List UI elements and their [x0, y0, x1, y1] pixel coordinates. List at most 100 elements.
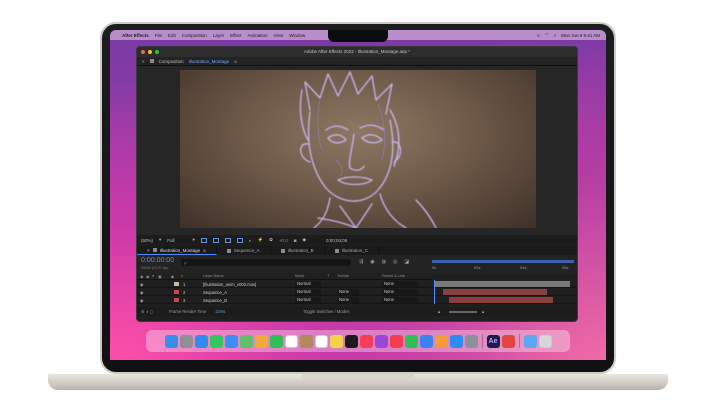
column-trkmat[interactable]: TrkMat	[337, 274, 349, 278]
messages-icon[interactable]	[209, 334, 223, 348]
lock-icon[interactable]	[149, 59, 154, 63]
mail-icon[interactable]	[224, 334, 238, 348]
search-icon[interactable]: ⌕	[554, 33, 557, 38]
zoom-in-icon[interactable]: ▲	[481, 309, 485, 314]
chevron-down-icon[interactable]: ▾	[193, 237, 195, 243]
blend-mode-dropdown[interactable]: Normal	[295, 297, 321, 303]
finder-icon[interactable]	[164, 334, 178, 348]
menu-layer[interactable]: Layer	[213, 33, 224, 38]
label-color-swatch[interactable]	[174, 290, 179, 294]
layer-name[interactable]: Sequence_A	[203, 290, 227, 295]
track-matte-dropdown[interactable]: None	[337, 297, 359, 303]
blend-mode-dropdown[interactable]: Normal	[295, 281, 321, 287]
audio-icon[interactable]: ◉	[146, 274, 149, 279]
tab-sequence-a[interactable]: Sequence_A	[217, 246, 271, 255]
fast-previews-icon[interactable]: ⚡	[258, 237, 264, 243]
layer-search-input[interactable]: ρ.	[181, 259, 351, 266]
zoom-dropdown[interactable]: (50%)	[141, 238, 153, 243]
composition-name[interactable]: Illustration_Montage	[189, 59, 230, 64]
control-center-icon[interactable]: ≡	[537, 33, 540, 38]
composition-panel-tab[interactable]: × Composition Illustration_Montage ≡	[137, 57, 577, 66]
composition-viewer[interactable]	[137, 66, 577, 235]
visibility-icon[interactable]: ◉	[140, 274, 143, 279]
reminders-icon[interactable]	[314, 334, 328, 348]
shy-icon[interactable]: ◍	[382, 259, 386, 265]
parent-dropdown[interactable]: None	[382, 297, 418, 303]
column-mode[interactable]: Mode	[295, 274, 305, 278]
layer-duration-bar[interactable]	[434, 281, 570, 287]
menu-app-name[interactable]: After Effects	[122, 33, 149, 38]
app-store-icon[interactable]	[449, 334, 463, 348]
layer-name[interactable]: Sequence_B	[203, 298, 227, 303]
footer-icons[interactable]: ⚙ ◑ ◻	[141, 309, 153, 314]
close-button[interactable]	[141, 50, 145, 54]
folder-icon[interactable]	[523, 334, 537, 348]
label-color-swatch[interactable]	[174, 282, 179, 286]
resolution-dropdown[interactable]: Full	[167, 238, 174, 243]
facetime-icon[interactable]	[269, 334, 283, 348]
work-area-bar[interactable]	[432, 260, 574, 263]
after-effects-icon[interactable]: Ae	[486, 334, 500, 348]
color-management-icon[interactable]: ✿	[269, 237, 273, 243]
solo-icon[interactable]: ●	[152, 274, 154, 278]
tv-icon[interactable]	[344, 334, 358, 348]
menu-icon[interactable]: ≡	[203, 248, 206, 253]
menu-window[interactable]: Window	[289, 33, 305, 38]
zoom-slider[interactable]	[449, 311, 477, 313]
frame-blending-icon[interactable]: ◎	[393, 259, 397, 265]
comp-flowchart-icon[interactable]: ⇶	[359, 259, 363, 265]
chevron-down-icon[interactable]: ▾	[159, 237, 161, 243]
music-icon[interactable]	[359, 334, 373, 348]
column-parent[interactable]: Parent & Link	[382, 274, 405, 278]
column-layer-name[interactable]: Layer Name	[203, 274, 224, 278]
zoom-out-icon[interactable]: ▲	[437, 309, 441, 314]
contacts-icon[interactable]	[299, 334, 313, 348]
grid-icon[interactable]	[236, 237, 243, 243]
visibility-icon[interactable]: ◉	[140, 298, 144, 303]
menu-animation[interactable]: Animation	[248, 33, 268, 38]
menu-effect[interactable]: Effect	[230, 33, 241, 38]
region-of-interest-icon[interactable]	[200, 237, 207, 243]
graph-editor-icon[interactable]: ◪	[404, 259, 409, 265]
numbers-icon[interactable]	[404, 334, 418, 348]
viewer-timecode[interactable]: 0;00;04;06	[326, 238, 347, 243]
system-settings-icon[interactable]	[464, 334, 478, 348]
datetime[interactable]: Mon Jun 6 9:41 AM	[561, 33, 600, 38]
playhead[interactable]	[434, 280, 435, 304]
transparency-grid-icon[interactable]	[212, 237, 219, 243]
layer-row[interactable]: ◉ 3 Sequence_B Normal None None	[137, 296, 577, 304]
wifi-icon[interactable]: ◠	[545, 32, 549, 38]
track-matte-dropdown[interactable]: None	[337, 289, 359, 295]
trash-icon[interactable]	[538, 334, 552, 348]
visibility-icon[interactable]: ◉	[140, 282, 144, 287]
minimize-button[interactable]	[148, 50, 152, 54]
calendar-icon[interactable]	[284, 334, 298, 348]
pages-icon[interactable]	[434, 334, 448, 348]
exposure-value[interactable]: +0.0	[279, 238, 288, 243]
label-color-swatch[interactable]	[174, 298, 179, 302]
layer-name[interactable]: [Illustration_anim_v002.mov]	[203, 282, 256, 287]
parent-dropdown[interactable]: None	[382, 281, 418, 287]
notes-icon[interactable]	[329, 334, 343, 348]
news-icon[interactable]	[389, 334, 403, 348]
toggle-switches-modes[interactable]: Toggle Switches / Modes	[303, 309, 349, 314]
channel-icon[interactable]: ◐	[249, 238, 252, 243]
tab-illustration-c[interactable]: Illustration_C	[325, 246, 379, 255]
show-channel-icon[interactable]: ◆	[303, 237, 306, 243]
maps-icon[interactable]	[239, 334, 253, 348]
tab-illustration-b[interactable]: Illustration_B	[271, 246, 325, 255]
menu-icon[interactable]: ≡	[234, 59, 237, 64]
column-t[interactable]: T	[327, 274, 329, 278]
label-icon[interactable]: ◆	[171, 274, 174, 279]
safari-icon[interactable]	[194, 334, 208, 348]
layer-duration-bar[interactable]	[449, 297, 553, 303]
launchpad-icon[interactable]	[179, 334, 193, 348]
layer-duration-bar[interactable]	[443, 289, 547, 295]
media-encoder-icon[interactable]	[501, 334, 515, 348]
tab-illustration-montage[interactable]: × Illustration_Montage ≡	[137, 246, 217, 255]
blend-mode-dropdown[interactable]: Normal	[295, 289, 321, 295]
parent-dropdown[interactable]: None	[382, 289, 418, 295]
close-icon[interactable]: ×	[147, 248, 150, 253]
snapshot-icon[interactable]: ◙	[294, 238, 297, 243]
current-time[interactable]: 0:00:00:00	[141, 257, 174, 264]
